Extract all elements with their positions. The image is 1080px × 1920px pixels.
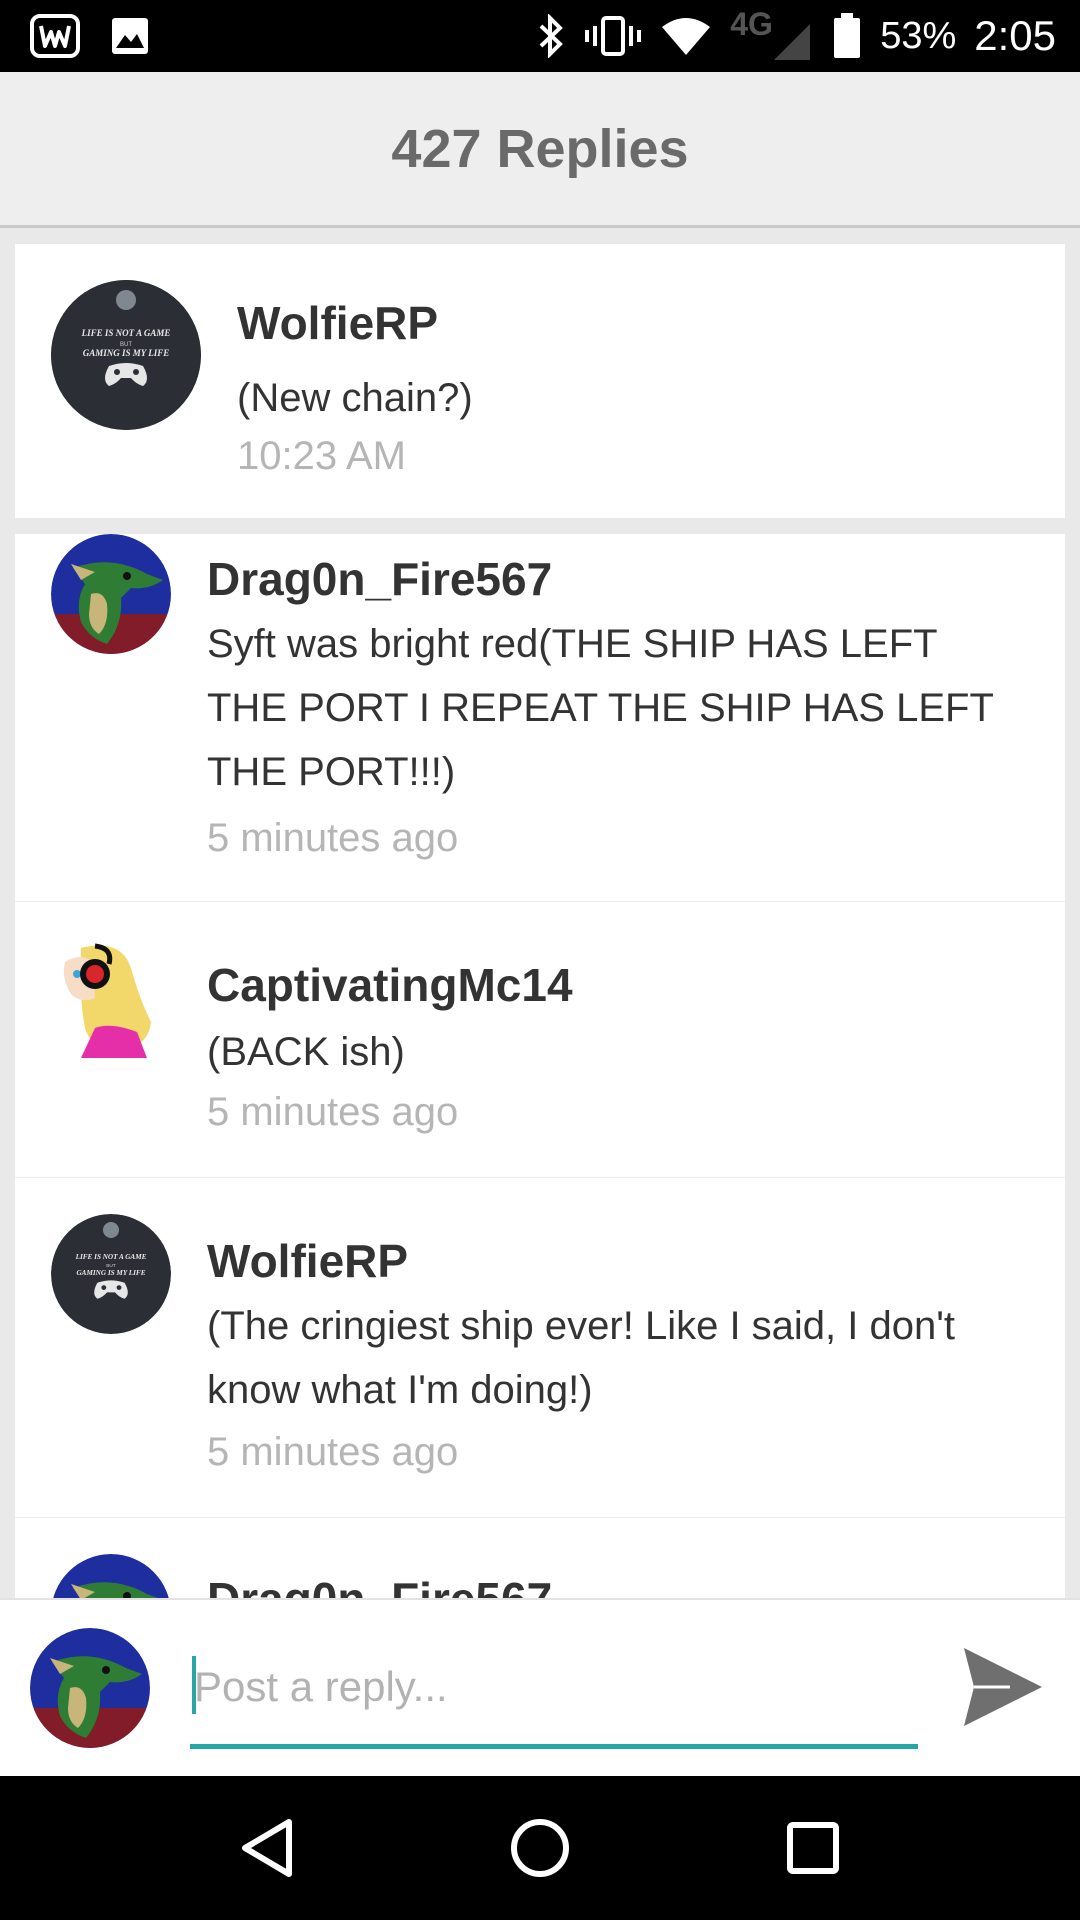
dragon-avatar-icon xyxy=(51,534,171,654)
username[interactable]: WolfieRP xyxy=(207,1234,408,1288)
avatar-logo-line-1: LIFE IS NOT A GAME xyxy=(75,1253,147,1261)
reply-composer xyxy=(0,1598,1080,1776)
page-title: 427 Replies xyxy=(391,118,689,179)
battery-icon xyxy=(834,13,861,58)
wifi-icon xyxy=(662,18,711,55)
original-post-card[interactable]: LIFE IS NOT A GAME BUT GAMING IS MY LIFE… xyxy=(15,244,1065,518)
avatar[interactable] xyxy=(51,1554,171,1598)
back-icon xyxy=(241,1819,292,1877)
avatar[interactable]: LIFE IS NOT A GAME BUT GAMING IS MY LIFE xyxy=(51,280,201,430)
timestamp: 5 minutes ago xyxy=(207,816,459,860)
status-bar: 4G 53% 2:05 xyxy=(0,0,1080,72)
headphones-girl-avatar-icon xyxy=(51,938,171,1058)
reply-item[interactable]: CaptivatingMc14 (BACK ish) 5 minutes ago xyxy=(15,902,1065,1178)
vibrate-icon xyxy=(585,16,642,56)
username[interactable]: Drag0n_Fire567 xyxy=(207,1572,552,1598)
username[interactable]: Drag0n_Fire567 xyxy=(207,552,552,606)
text-caret xyxy=(192,1656,196,1714)
avatar-logo-line-1: LIFE IS NOT A GAME xyxy=(81,328,171,338)
avatar[interactable] xyxy=(51,938,171,1058)
recents-icon xyxy=(787,1822,840,1874)
message-text: Syft was bright red(THE SHIP HAS LEFT TH… xyxy=(207,622,994,794)
recents-button[interactable] xyxy=(768,1803,858,1893)
avatar-logo-line-2: BUT xyxy=(106,1263,116,1269)
username[interactable]: WolfieRP xyxy=(237,296,438,350)
back-button[interactable] xyxy=(222,1803,312,1893)
screen: 4G 53% 2:05 427 Replies LIFE IS NOT A GA… xyxy=(0,0,1080,1920)
reply-list[interactable]: LIFE IS NOT A GAME BUT GAMING IS MY LIFE… xyxy=(15,244,1065,1598)
gaming-logo-avatar-icon: LIFE IS NOT A GAME BUT GAMING IS MY LIFE xyxy=(51,1214,171,1334)
input-underline xyxy=(190,1744,918,1749)
timestamp: 5 minutes ago xyxy=(207,1090,459,1134)
home-icon xyxy=(510,1819,569,1877)
reply-item[interactable]: Drag0n_Fire567 xyxy=(15,1518,1065,1598)
image-notification-icon xyxy=(112,18,148,54)
gaming-logo-avatar-icon: LIFE IS NOT A GAME BUT GAMING IS MY LIFE xyxy=(51,280,201,430)
timestamp: 10:23 AM xyxy=(237,434,407,478)
header: 427 Replies xyxy=(0,72,1080,228)
composer-avatar[interactable] xyxy=(30,1628,150,1748)
clock: 2:05 xyxy=(974,12,1056,59)
dragon-avatar-icon xyxy=(30,1628,150,1748)
send-button[interactable] xyxy=(960,1644,1046,1730)
home-button[interactable] xyxy=(495,1803,585,1893)
username[interactable]: CaptivatingMc14 xyxy=(207,958,573,1012)
avatar-logo-line-3: GAMING IS MY LIFE xyxy=(83,348,169,358)
avatar-logo-line-3: GAMING IS MY LIFE xyxy=(76,1269,145,1277)
avatar[interactable]: LIFE IS NOT A GAME BUT GAMING IS MY LIFE xyxy=(51,1214,171,1334)
reply-item[interactable]: LIFE IS NOT A GAME BUT GAMING IS MY LIFE… xyxy=(15,1178,1065,1518)
reply-input[interactable] xyxy=(190,1648,920,1726)
reply-item[interactable]: Drag0n_Fire567 Syft was bright red(THE S… xyxy=(15,534,1065,902)
navigation-bar xyxy=(0,1776,1080,1920)
avatar[interactable] xyxy=(51,534,171,654)
message-text: (New chain?) xyxy=(237,376,473,420)
replies-container: Drag0n_Fire567 Syft was bright red(THE S… xyxy=(15,534,1065,1598)
4g-lte-signal-icon: 4G xyxy=(730,6,814,64)
dragon-avatar-icon xyxy=(53,1554,169,1598)
message-text: (The cringiest ship ever! Like I said, I… xyxy=(207,1304,955,1412)
wattpad-notification-icon xyxy=(30,14,80,58)
status-bar-notifications xyxy=(0,14,150,58)
send-icon xyxy=(964,1648,1042,1726)
status-bar-system: 4G 53% 2:05 xyxy=(536,6,1080,64)
bluetooth-icon xyxy=(539,14,564,58)
timestamp: 5 minutes ago xyxy=(207,1430,459,1474)
message-text: (BACK ish) xyxy=(207,1030,405,1074)
battery-percent: 53% xyxy=(880,14,957,57)
network-label: 4G xyxy=(730,6,773,42)
